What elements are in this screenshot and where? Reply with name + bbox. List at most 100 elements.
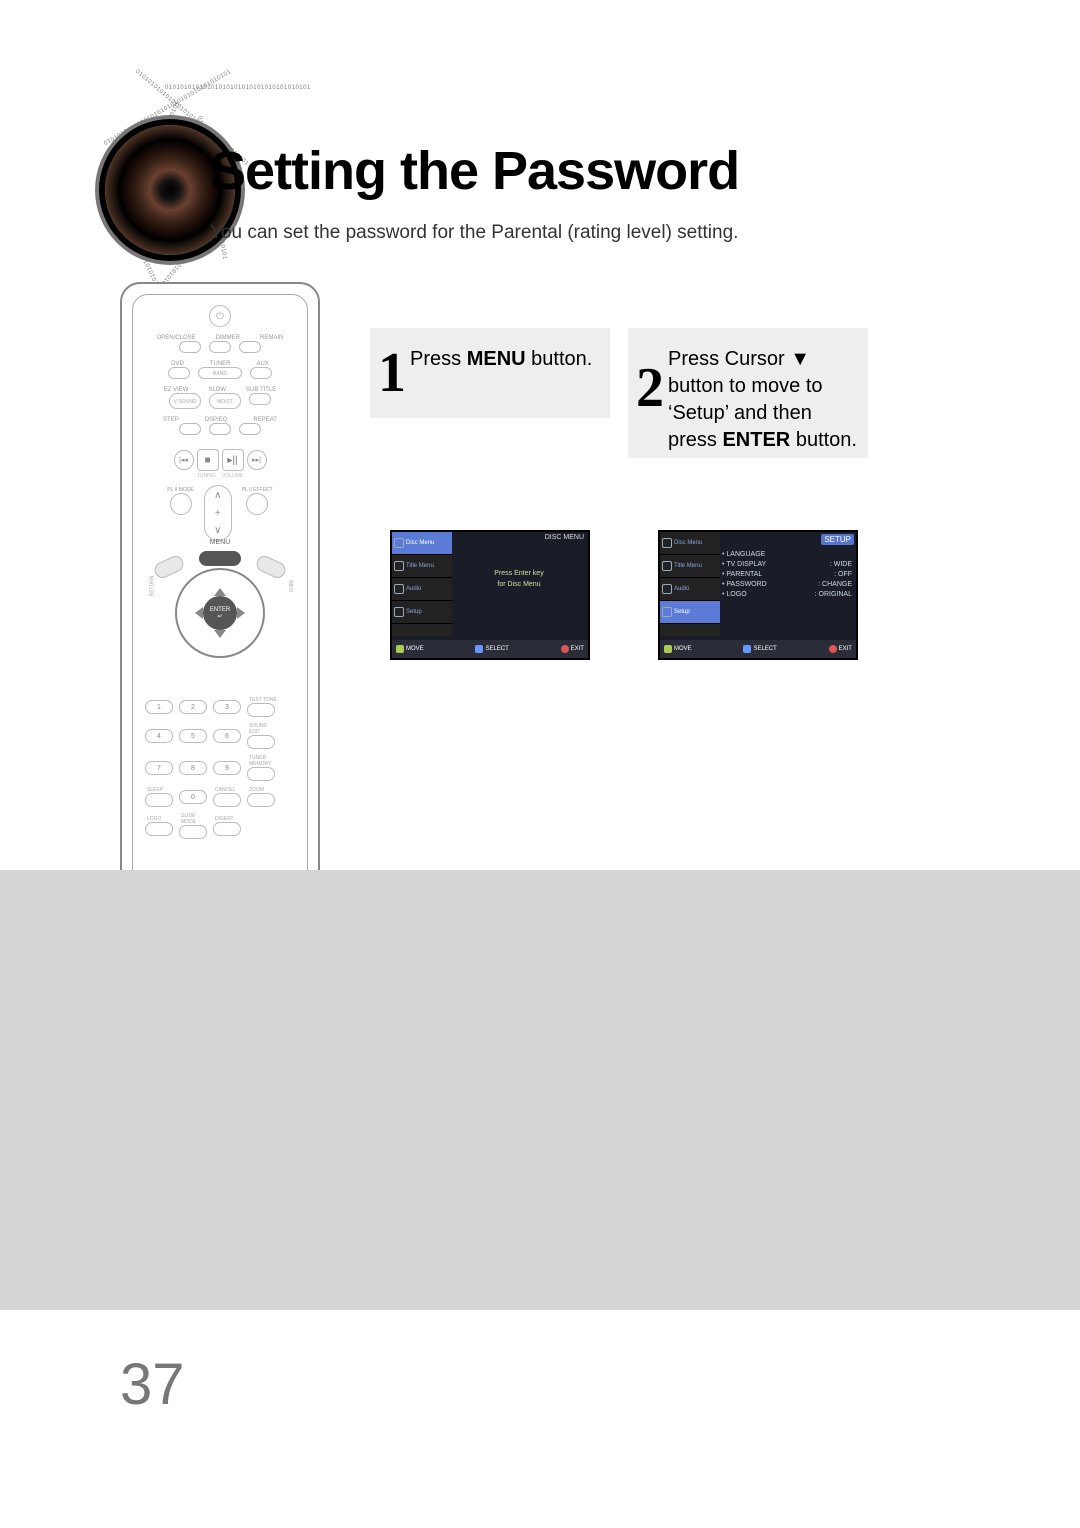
exit-icon xyxy=(829,645,837,653)
number-keypad: 1 2 3 TEST TONE 4 5 6 SOUND EDIT 7 8 9 T… xyxy=(145,697,295,839)
key-1: 1 xyxy=(145,700,173,714)
plii-effect-button xyxy=(246,493,268,515)
step-2-card: 2 Press Cursor ▼ button to move to ‘Setu… xyxy=(628,328,868,458)
label: SOUND EDIT xyxy=(249,723,277,735)
osd-footer: MOVE SELECT EXIT xyxy=(660,640,856,658)
label: SLEEP xyxy=(147,787,175,793)
menu-button xyxy=(199,551,241,566)
right-arrow-icon xyxy=(237,607,245,619)
dsp-button xyxy=(209,423,231,435)
step-number: 2 xyxy=(636,356,664,420)
label: LOGO xyxy=(147,816,175,822)
repeat-button xyxy=(239,423,261,435)
osd-section: DISC MENU xyxy=(545,534,584,541)
down-triangle-icon: ▼ xyxy=(790,348,810,370)
key-8: 8 xyxy=(179,761,207,775)
down-arrow-icon xyxy=(214,630,226,638)
key-0: 0 xyxy=(179,790,207,804)
content-block xyxy=(0,870,1080,1310)
step-1-card: 1 Press MENU button. xyxy=(370,328,610,418)
remote-body: ⏻ OPEN/CLOSE DIMMER REMAIN DVD TUNER AUX… xyxy=(132,294,308,950)
info-label: INFO xyxy=(287,580,293,592)
cancel-button xyxy=(213,793,241,807)
plii-mode-button xyxy=(170,493,192,515)
navigation-pad: MENU RETURN INFO ENTER↵ xyxy=(160,553,280,673)
key-2: 2 xyxy=(179,700,207,714)
label: TUNER MEMORY xyxy=(249,755,277,767)
enter-button: ENTER↵ xyxy=(203,596,237,630)
setup-row: • LOGO: ORIGINAL xyxy=(722,591,852,598)
page-title: Setting the Password xyxy=(210,140,739,202)
label: TUNING xyxy=(197,473,216,479)
exit-icon xyxy=(561,645,569,653)
transport-row: |◂◂ ■ ▸|| ▸▸| xyxy=(133,449,307,471)
vsound-button: V·SOUND xyxy=(169,393,201,409)
osd-tab: Audio xyxy=(392,578,452,601)
disc-icon xyxy=(662,538,672,548)
setup-icon xyxy=(394,607,404,617)
osd-tabs: Disc Menu Title Menu Audio Setup xyxy=(392,532,452,636)
aux-button xyxy=(250,367,272,379)
label: DIGEST xyxy=(215,816,243,822)
sound-edit-button xyxy=(247,735,275,749)
osd-tabs: Disc Menu Title Menu Audio Setup xyxy=(660,532,720,636)
label: TEST TONE xyxy=(249,697,277,703)
return-label: RETURN xyxy=(149,576,155,597)
select-icon xyxy=(475,645,483,653)
sleep-button xyxy=(145,793,173,807)
key-6: 6 xyxy=(213,729,241,743)
step-text: Press MENU button. xyxy=(410,346,600,373)
eject-button xyxy=(179,341,201,353)
band-button: BAND xyxy=(198,367,242,379)
osd-body: • LANGUAGE • TV DISPLAY: WIDE • PARENTAL… xyxy=(722,548,852,634)
osd-tab: Disc Menu xyxy=(660,532,720,555)
osd-tab: Setup xyxy=(392,601,452,624)
setup-row: • PASSWORD: CHANGE xyxy=(722,581,852,588)
osd-tab: Setup xyxy=(660,601,720,624)
osd-tab: Title Menu xyxy=(660,555,720,578)
info-button xyxy=(254,553,288,580)
setup-row: • TV DISPLAY: WIDE xyxy=(722,561,852,568)
audio-icon xyxy=(662,584,672,594)
remain-button xyxy=(239,341,261,353)
step-text: Press Cursor ▼ button to move to ‘Setup’… xyxy=(668,346,858,454)
label: SLIDE MODE xyxy=(181,813,209,825)
key-9: 9 xyxy=(213,761,241,775)
logo-button xyxy=(145,822,173,836)
label: STEP xyxy=(163,417,179,423)
tuner-memory-button xyxy=(247,767,275,781)
key-5: 5 xyxy=(179,729,207,743)
setup-row: • LANGUAGE xyxy=(722,551,852,558)
binary-text: 01010101010101010101010101010101010101 xyxy=(165,85,311,91)
remote-control: ⏻ OPEN/CLOSE DIMMER REMAIN DVD TUNER AUX… xyxy=(120,282,320,962)
osd-tab: Title Menu xyxy=(392,555,452,578)
dpad-ring: ENTER↵ xyxy=(175,568,265,658)
label: REMAIN xyxy=(260,335,283,341)
subtitle-button xyxy=(249,393,271,405)
audio-icon xyxy=(394,584,404,594)
osd-tab: Audio xyxy=(660,578,720,601)
step-number: 1 xyxy=(378,341,406,405)
osd-message: Press Enter key for Disc Menu xyxy=(454,568,584,590)
zoom-button xyxy=(247,793,275,807)
page-number: 37 xyxy=(120,1351,185,1418)
most-button: MO/ST xyxy=(209,393,241,409)
osd-tab: Disc Menu xyxy=(392,532,452,555)
setup-row: • PARENTAL: OFF xyxy=(722,571,852,578)
stop-button: ■ xyxy=(197,449,219,471)
label: CANCEL xyxy=(215,787,243,793)
page-subtitle: You can set the password for the Parenta… xyxy=(210,222,738,244)
setup-icon xyxy=(662,607,672,617)
osd-setup-menu: DVD RECEIVER SETUP Disc Menu Title Menu … xyxy=(658,530,858,660)
next-button: ▸▸| xyxy=(247,450,267,470)
dvd-button xyxy=(168,367,190,379)
title-icon xyxy=(394,561,404,571)
digest-button xyxy=(213,822,241,836)
key-3: 3 xyxy=(213,700,241,714)
menu-label: MENU xyxy=(210,539,231,546)
key-7: 7 xyxy=(145,761,173,775)
play-pause-button: ▸|| xyxy=(222,449,244,471)
label: ZOOM xyxy=(249,787,277,793)
test-tone-button xyxy=(247,703,275,717)
power-button: ⏻ xyxy=(209,305,231,327)
